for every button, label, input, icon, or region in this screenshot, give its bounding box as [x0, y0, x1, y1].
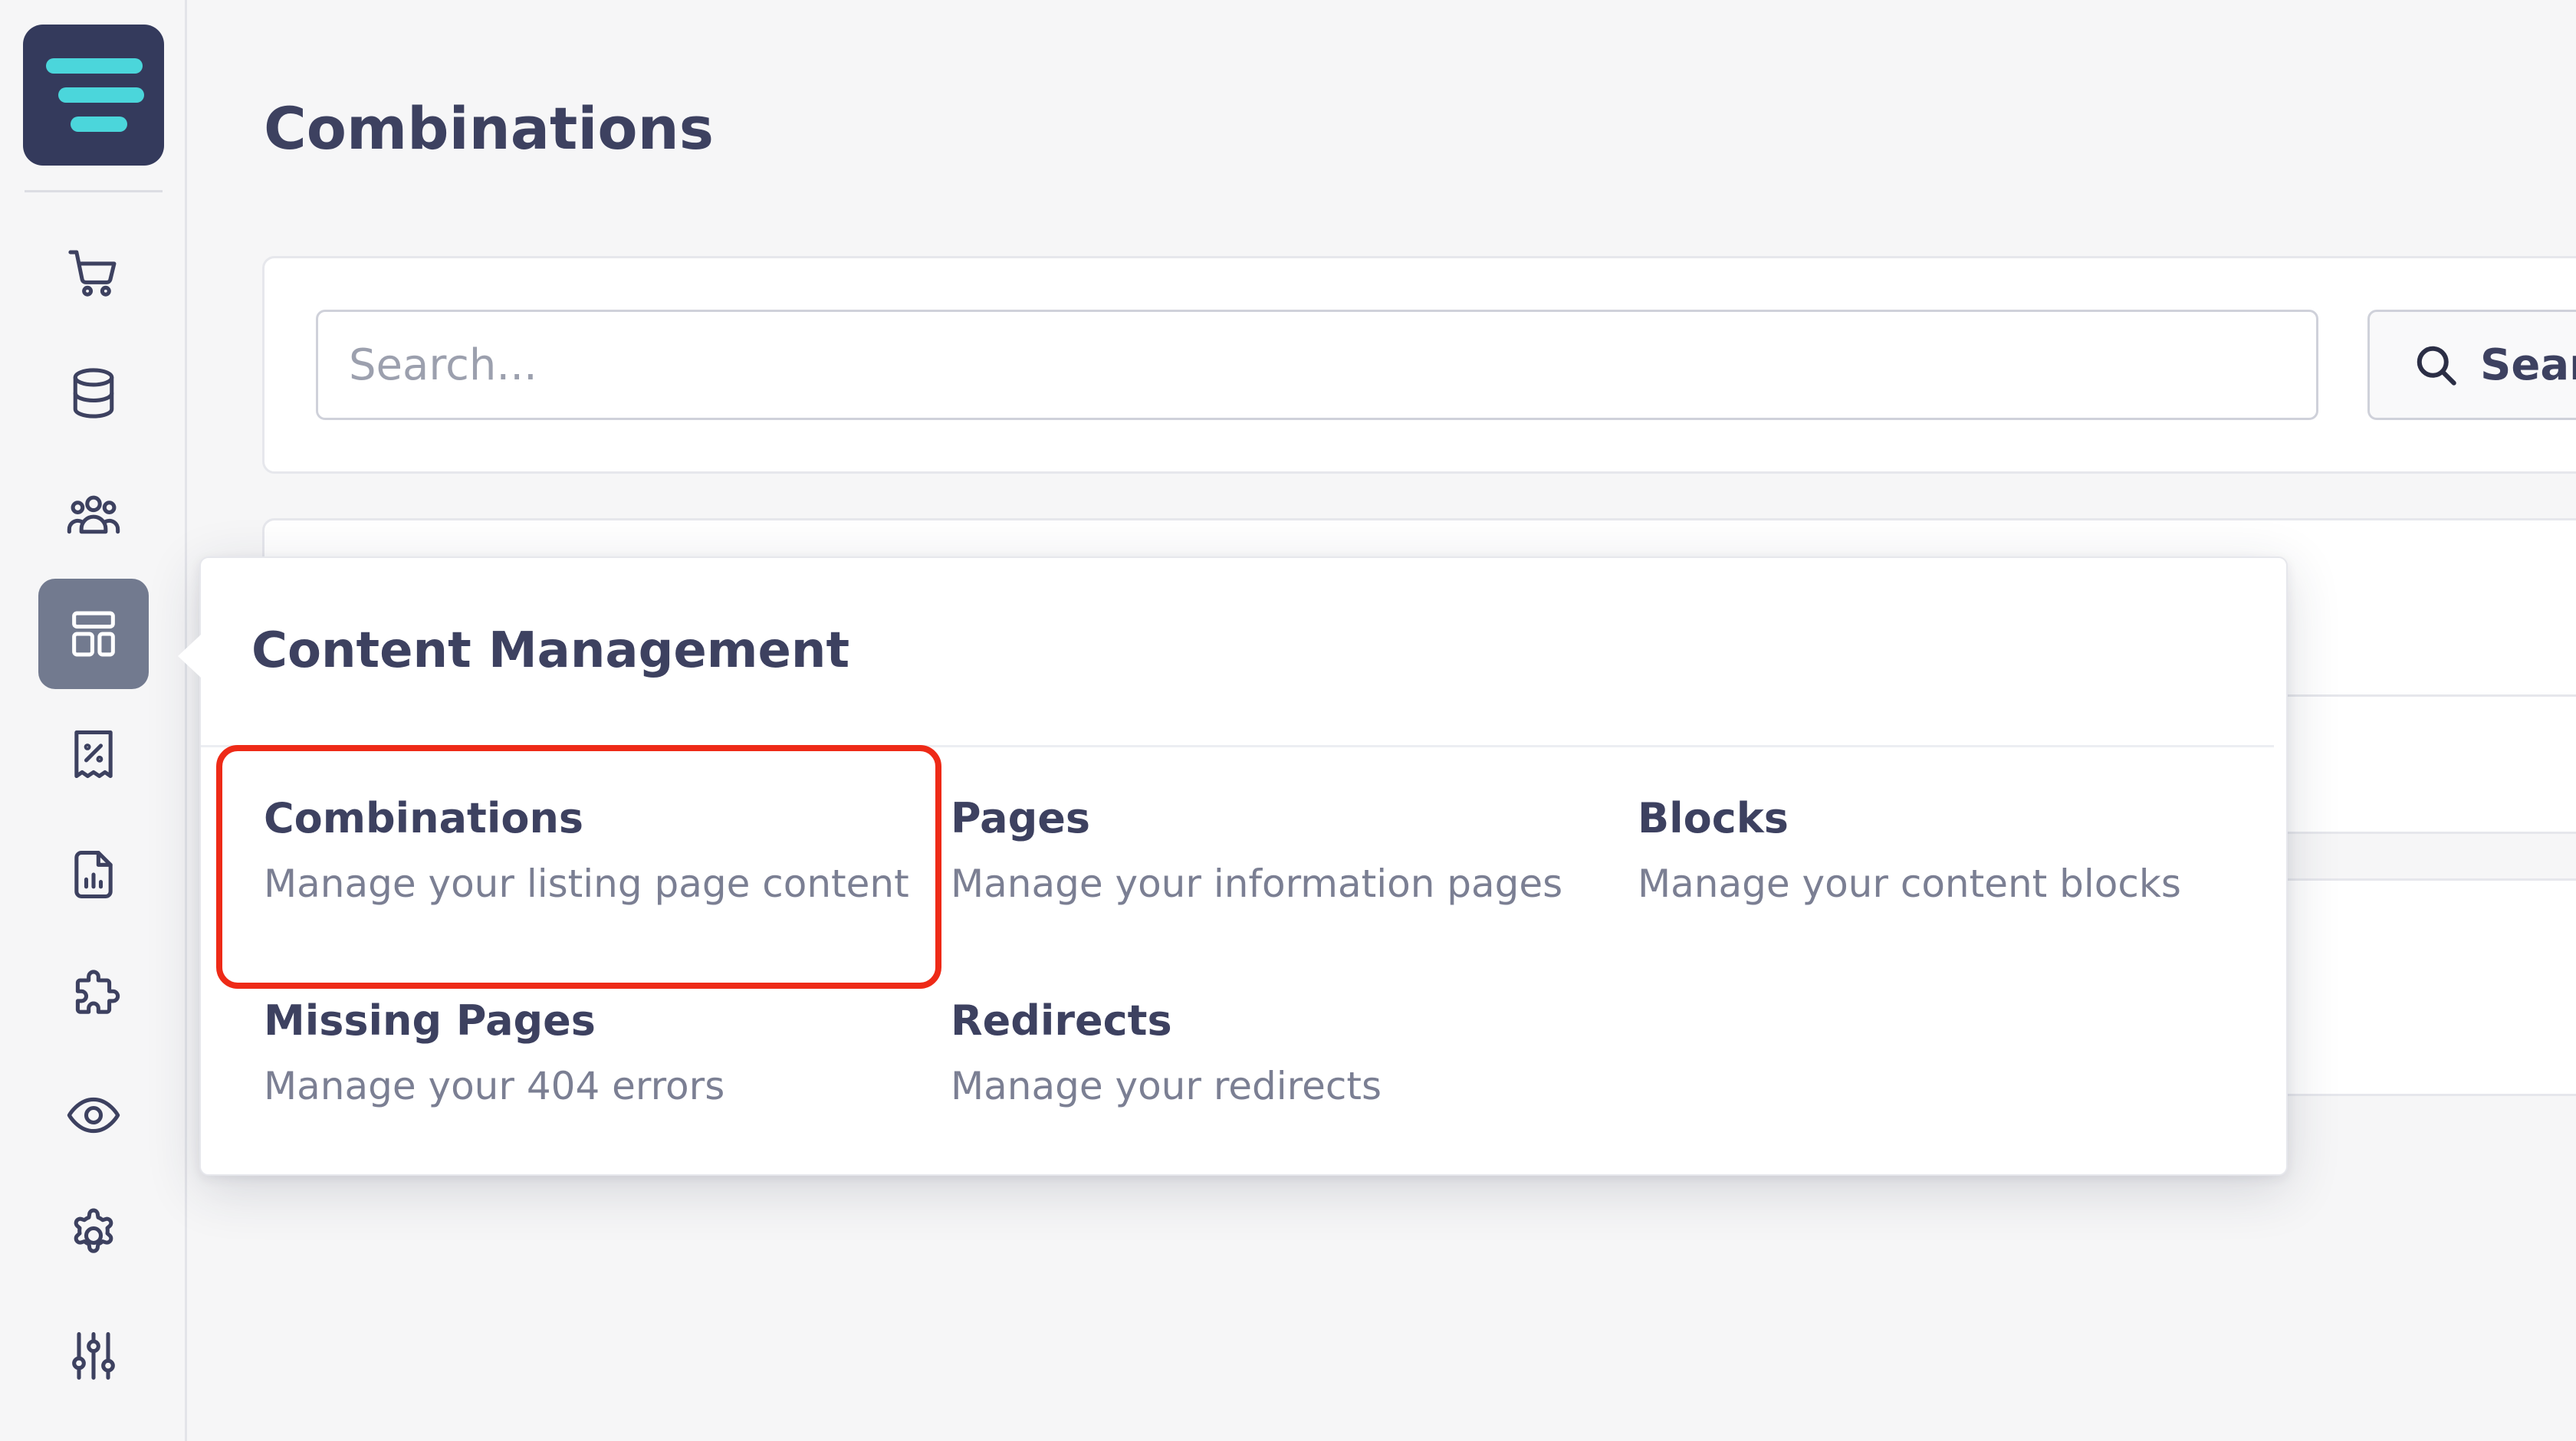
- sidebar-item-customers[interactable]: [38, 458, 149, 569]
- menu-item-label: Missing Pages: [264, 996, 596, 1045]
- menu-item-description: Manage your listing page content: [264, 862, 909, 906]
- sidebar-item-extensions[interactable]: [38, 940, 149, 1050]
- sidebar-item-adjustments[interactable]: [38, 1301, 149, 1411]
- menu-item-label: Redirects: [951, 996, 1172, 1045]
- sidebar-item-database[interactable]: [38, 338, 149, 448]
- search-icon: [2417, 346, 2456, 386]
- logo-stripe: [46, 58, 143, 74]
- menu-item-description: Manage your 404 errors: [264, 1064, 725, 1108]
- menu-divider: [201, 745, 2274, 747]
- menu-item-missing-pages[interactable]: Missing Pages Manage your 404 errors: [264, 993, 938, 1113]
- layout-icon: [72, 611, 115, 657]
- menu-item-label: Pages: [951, 794, 1090, 842]
- content-management-menu: Content Management Combinations Manage y…: [199, 556, 2288, 1176]
- menu-item-description: Manage your information pages: [951, 862, 1563, 906]
- brand-logo[interactable]: [23, 25, 164, 166]
- menu-item-description: Manage your content blocks: [1638, 862, 2181, 906]
- menu-item-description: Manage your redirects: [951, 1064, 1382, 1108]
- sidebar: [0, 0, 187, 1441]
- menu-item-combinations[interactable]: Combinations Manage your listing page co…: [264, 791, 938, 911]
- sidebar-item-orders[interactable]: [38, 218, 149, 328]
- menu-item-label: Blocks: [1638, 794, 1789, 842]
- report-chart-icon: [74, 850, 113, 899]
- sidebar-item-content[interactable]: [38, 579, 149, 689]
- sidebar-item-settings[interactable]: [38, 1180, 149, 1291]
- menu-item-pages[interactable]: Pages Manage your information pages: [951, 791, 1625, 911]
- sidebar-item-reports[interactable]: [38, 819, 149, 930]
- gear-icon: [74, 1208, 113, 1253]
- menu-item-blocks[interactable]: Blocks Manage your content blocks: [1638, 791, 2312, 911]
- sliders-icon: [72, 1331, 115, 1380]
- search-button-label: Search: [2480, 340, 2576, 390]
- page-title: Combinations: [264, 94, 714, 162]
- logo-stripe: [71, 117, 127, 132]
- sidebar-item-discounts[interactable]: [38, 699, 149, 809]
- menu-item-label: Combinations: [264, 794, 584, 842]
- eye-icon: [67, 1097, 120, 1134]
- logo-stripe: [58, 87, 144, 103]
- search-button[interactable]: Search: [2367, 310, 2576, 420]
- search-input[interactable]: [316, 310, 2318, 420]
- menu-pointer: [178, 635, 201, 678]
- puzzle-icon: [75, 970, 120, 1014]
- menu-title: Content Management: [251, 622, 850, 679]
- cart-icon: [68, 250, 117, 297]
- sidebar-divider: [25, 190, 163, 192]
- menu-item-redirects[interactable]: Redirects Manage your redirects: [951, 993, 1625, 1113]
- database-icon: [73, 368, 114, 419]
- sidebar-item-preview[interactable]: [38, 1060, 149, 1170]
- receipt-percent-icon: [74, 730, 113, 779]
- users-icon: [67, 495, 120, 534]
